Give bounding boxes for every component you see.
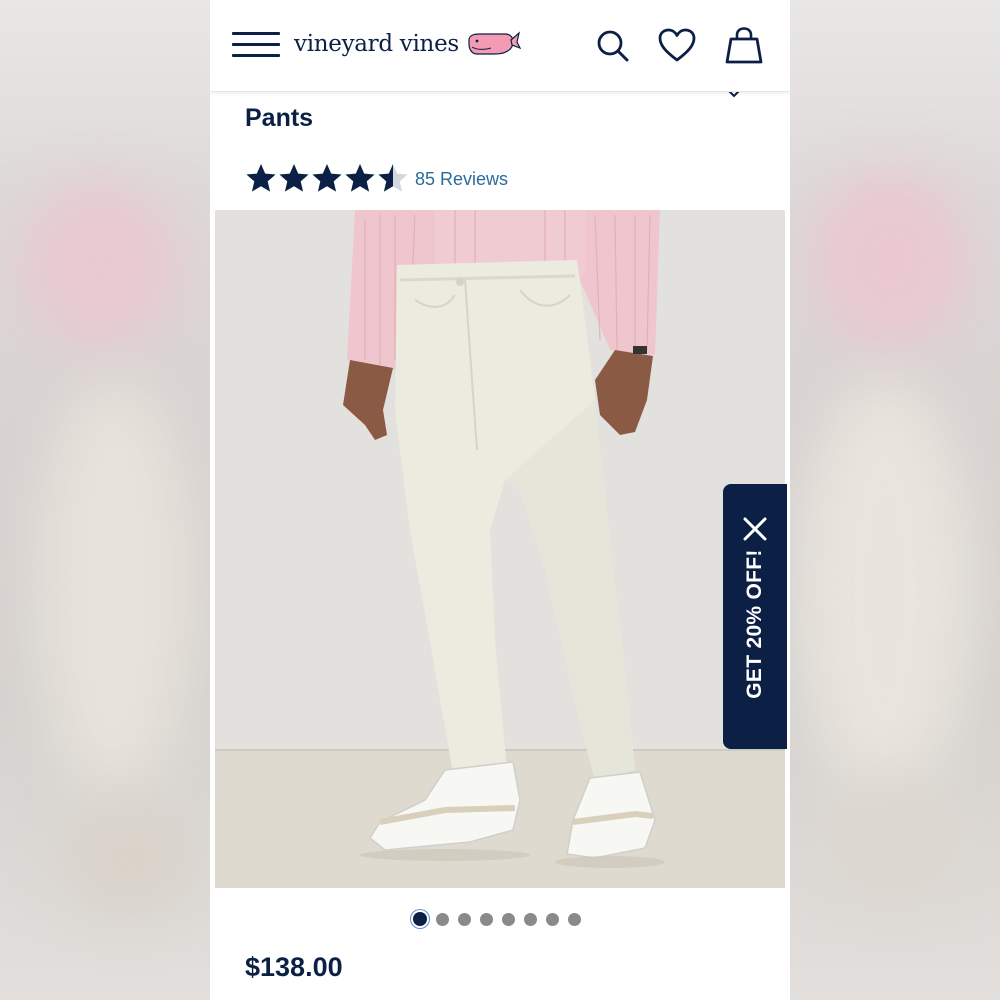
gallery-dot-3[interactable] — [458, 912, 471, 926]
gallery-dot-4[interactable] — [480, 912, 493, 926]
product-price: $138.00 — [245, 952, 343, 982]
close-icon[interactable] — [740, 514, 770, 544]
heart-icon[interactable] — [657, 26, 697, 66]
promo-tab[interactable]: GET 20% OFF! — [723, 484, 787, 749]
gallery-dot-8[interactable] — [568, 912, 581, 926]
star-half-icon — [378, 164, 408, 192]
gallery-pagination — [413, 912, 590, 926]
shopping-bag-icon[interactable] — [723, 26, 765, 66]
whale-logo-icon — [468, 31, 521, 55]
mobile-product-page: vineyard vines Pants 85 Reviews GET 20% … — [210, 0, 790, 1000]
left-blurred-backdrop — [0, 0, 210, 1000]
gallery-dot-7[interactable] — [546, 912, 559, 926]
star-full-icon — [312, 164, 342, 192]
promo-label: GET 20% OFF! — [743, 549, 766, 699]
brand-name: vineyard vines — [294, 31, 459, 57]
product-image[interactable] — [215, 210, 785, 888]
gallery-dot-5[interactable] — [502, 912, 515, 926]
gallery-dot-6[interactable] — [524, 912, 537, 926]
brand-logo[interactable]: vineyard vines — [294, 26, 521, 62]
star-rating[interactable]: 85 Reviews — [245, 162, 508, 194]
product-title: Pants — [245, 104, 314, 132]
right-blurred-backdrop — [790, 0, 1000, 1000]
hamburger-menu-icon[interactable] — [232, 30, 282, 60]
star-full-icon — [246, 164, 276, 192]
site-header: vineyard vines — [210, 0, 790, 92]
star-full-icon — [345, 164, 375, 192]
gallery-dot-1[interactable] — [413, 912, 427, 926]
reviews-link[interactable]: 85 Reviews — [415, 166, 508, 190]
search-icon[interactable] — [593, 26, 633, 66]
product-photo-pants — [215, 210, 785, 888]
star-full-icon — [279, 164, 309, 192]
gallery-dot-2[interactable] — [436, 912, 449, 926]
